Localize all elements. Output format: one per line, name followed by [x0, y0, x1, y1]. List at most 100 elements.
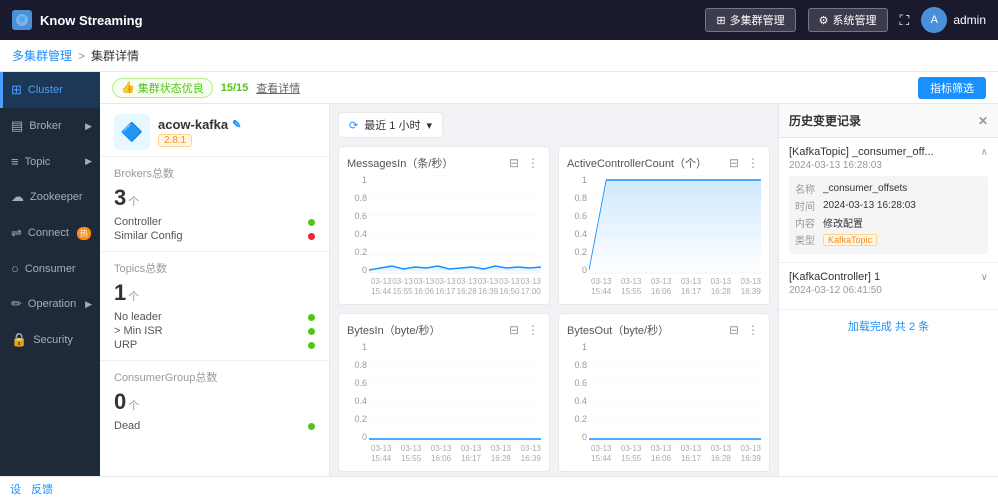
sidebar-item-cluster[interactable]: ⊞ Cluster: [0, 72, 100, 108]
expand-icon: ▶: [85, 299, 92, 310]
expand-icon: ∧: [981, 147, 988, 158]
history-item-title: [KafkaTopic] _consumer_off... ∧: [789, 146, 988, 158]
stat-row: Similar Config: [114, 229, 315, 243]
topic-nav-icon: ≡: [11, 154, 19, 169]
expand-chart-btn[interactable]: ⊟: [727, 156, 741, 170]
stat-row: URP: [114, 338, 315, 352]
consumer-stat-block: ConsumerGroup总数 0 个 Dead: [100, 360, 329, 441]
sidebar-label-broker: Broker: [29, 120, 61, 132]
cluster-version: 2.8.1: [158, 134, 192, 147]
chart-actions: ⊟ ⋮: [727, 156, 761, 170]
history-item[interactable]: [KafkaTopic] _consumer_off... ∧ 2024-03-…: [779, 138, 998, 263]
expand-chart-btn[interactable]: ⊟: [507, 156, 521, 170]
sidebar-item-topic[interactable]: ≡ Topic ▶: [0, 144, 100, 179]
sidebar-label-topic: Topic: [25, 156, 51, 168]
chart-title: MessagesIn（条/秒） ⊟ ⋮: [347, 155, 541, 171]
health-emoji: 👍: [121, 81, 135, 94]
sys-icon: ⚙: [819, 14, 829, 27]
cluster-header: 🔷 acow-kafka ✎ 2.8.1: [100, 104, 329, 156]
chart-title: BytesIn（byte/秒） ⊟ ⋮: [347, 322, 541, 338]
brokers-stat-block: Brokers总数 3 个 Controller Similar Config: [100, 156, 329, 251]
topbar-brand: Know Streaming: [12, 10, 143, 30]
zookeeper-nav-icon: ☁: [11, 189, 24, 205]
chart-active-controller: ActiveControllerCount（个） ⊟ ⋮ 1 0.8 0.6: [558, 146, 770, 305]
sidebar: ⊞ Cluster ▤ Broker ▶ ≡ Topic ▶ ☁ Zookeep…: [0, 72, 100, 476]
history-detail-row: 名称 _consumer_offsets: [795, 181, 982, 196]
fullscreen-icon[interactable]: ⛶: [900, 12, 910, 29]
more-chart-btn[interactable]: ⋮: [745, 323, 761, 337]
expand-chart-btn[interactable]: ⊟: [727, 323, 741, 337]
more-chart-btn[interactable]: ⋮: [745, 156, 761, 170]
topbar-actions: ⊞ 多集群管理 ⚙ 系统管理 ⛶ A admin: [705, 7, 986, 33]
status-dot: [308, 328, 315, 335]
breadcrumb-parent[interactable]: 多集群管理: [12, 47, 72, 64]
indicator-filter-btn[interactable]: 指标筛选: [918, 77, 986, 99]
history-type-badge: KafkaTopic: [823, 234, 877, 246]
sidebar-item-consumer[interactable]: ○ Consumer: [0, 251, 100, 286]
cluster-logo-icon: 🔷: [114, 114, 150, 150]
load-more-btn[interactable]: 加载完成 共 2 条: [779, 310, 998, 342]
left-panel: 🔷 acow-kafka ✎ 2.8.1 Brokers总数: [100, 104, 330, 476]
sidebar-label-operation: Operation: [28, 298, 76, 310]
expand-chart-btn[interactable]: ⊟: [507, 323, 521, 337]
sidebar-label-consumer: Consumer: [25, 263, 76, 275]
sidebar-item-zookeeper[interactable]: ☁ Zookeeper: [0, 179, 100, 215]
consumer-count: 0 个: [114, 389, 315, 415]
avatar: A: [921, 7, 947, 33]
sys-manage-btn[interactable]: ⚙ 系统管理: [808, 8, 888, 32]
expand-icon: ∨: [981, 272, 988, 283]
sidebar-item-broker[interactable]: ▤ Broker ▶: [0, 108, 100, 144]
sidebar-item-connect[interactable]: ⇌ Connect 热: [0, 215, 100, 251]
overview-link[interactable]: 查看详情: [256, 80, 300, 96]
expand-icon: ▶: [85, 156, 92, 167]
stat-row: Dead: [114, 419, 315, 433]
cluster-icon: ⊞: [716, 14, 725, 27]
user-menu[interactable]: A admin: [921, 7, 986, 33]
health-label: 集群状态优良: [138, 80, 204, 96]
content-area: 👍 集群状态优良 15/15 查看详情 指标筛选 🔷 acow-kafka ✎: [100, 72, 998, 476]
chart-title: BytesOut（byte/秒） ⊟ ⋮: [567, 322, 761, 338]
username: admin: [953, 13, 986, 27]
topics-count: 1 个: [114, 280, 315, 306]
stat-row: > Min ISR: [114, 324, 315, 338]
chart-actions: ⊟ ⋮: [507, 323, 541, 337]
footer-feedback[interactable]: 反馈: [31, 481, 53, 497]
more-chart-btn[interactable]: ⋮: [525, 323, 541, 337]
time-selector[interactable]: ⟳ 最近 1 小时 ▾: [338, 112, 443, 138]
status-dot-green: [308, 219, 315, 226]
footer-settings[interactable]: 设: [10, 481, 21, 497]
brokers-title: Brokers总数: [114, 165, 315, 181]
sidebar-label-connect: Connect: [28, 227, 69, 239]
chart-bytesin: BytesIn（byte/秒） ⊟ ⋮ 1 0.8 0.6 0.4: [338, 313, 550, 472]
mid-section: 🔷 acow-kafka ✎ 2.8.1 Brokers总数: [100, 104, 998, 476]
x-axis-labels: 03-1315:44 03-1315:55 03-1316:06 03-1316…: [567, 444, 761, 463]
history-panel-header: 历史变更记录 ✕: [779, 104, 998, 138]
chart-messages-in: MessagesIn（条/秒） ⊟ ⋮ 1 0.8 0.6 0.4: [338, 146, 550, 305]
history-detail-row: 类型 KafkaTopic: [795, 232, 982, 247]
x-axis-labels: 03-1315:44 03-1315:55 03-1316:06 03-1316…: [347, 444, 541, 463]
brokers-details: Controller Similar Config: [114, 215, 315, 243]
history-item-date: 2024-03-12 06:41:50: [789, 285, 988, 296]
consumer-nav-icon: ○: [11, 261, 19, 276]
cluster-nav-icon: ⊞: [11, 82, 22, 98]
more-chart-btn[interactable]: ⋮: [525, 156, 541, 170]
topics-title: Topics总数: [114, 260, 315, 276]
time-label: 最近 1 小时: [364, 117, 420, 133]
history-close-btn[interactable]: ✕: [978, 114, 988, 128]
history-item[interactable]: [KafkaController] 1 ∨ 2024-03-12 06:41:5…: [779, 263, 998, 310]
history-detail-box: 名称 _consumer_offsets 时间 2024-03-13 16:28…: [789, 176, 988, 254]
history-panel: 历史变更记录 ✕ [KafkaTopic] _consumer_off... ∧…: [778, 104, 998, 476]
history-detail-row: 内容 修改配置: [795, 215, 982, 230]
cluster-name: acow-kafka: [158, 117, 228, 132]
health-score: 15/15: [221, 82, 249, 94]
edit-icon[interactable]: ✎: [232, 118, 241, 131]
app-name: Know Streaming: [40, 13, 143, 28]
multi-cluster-btn[interactable]: ⊞ 多集群管理: [705, 8, 795, 32]
chart-svg: [589, 342, 761, 442]
sidebar-item-security[interactable]: 🔒 Security: [0, 322, 100, 358]
sidebar-item-operation[interactable]: ✏ Operation ▶: [0, 286, 100, 322]
health-badge: 👍 集群状态优良: [112, 78, 213, 98]
consumer-details: Dead: [114, 419, 315, 433]
chart-title: ActiveControllerCount（个） ⊟ ⋮: [567, 155, 761, 171]
breadcrumb-separator: >: [78, 49, 85, 63]
